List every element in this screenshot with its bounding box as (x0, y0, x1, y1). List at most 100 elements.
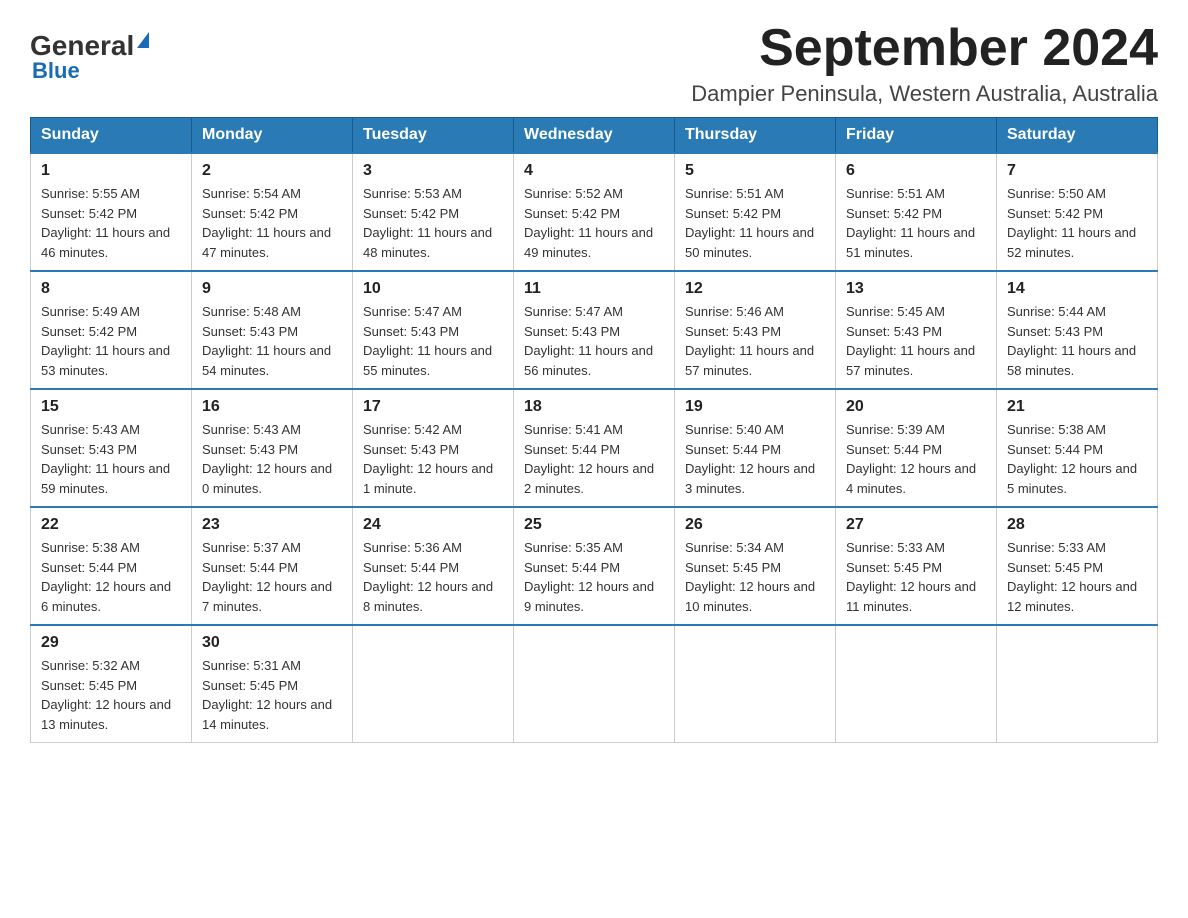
calendar-cell: 13 Sunrise: 5:45 AMSunset: 5:43 PMDayligh… (836, 271, 997, 389)
day-number: 14 (1007, 280, 1147, 298)
calendar-cell (836, 625, 997, 743)
day-info: Sunrise: 5:42 AMSunset: 5:43 PMDaylight:… (363, 422, 493, 496)
calendar-cell (675, 625, 836, 743)
logo: General Blue (30, 20, 149, 84)
calendar-cell: 15 Sunrise: 5:43 AMSunset: 5:43 PMDayligh… (31, 389, 192, 507)
day-number: 3 (363, 162, 503, 180)
week-row-5: 29 Sunrise: 5:32 AMSunset: 5:45 PMDayligh… (31, 625, 1158, 743)
header: General Blue September 2024 Dampier Peni… (30, 20, 1158, 107)
day-number: 27 (846, 516, 986, 534)
calendar-cell: 19 Sunrise: 5:40 AMSunset: 5:44 PMDayligh… (675, 389, 836, 507)
calendar-cell: 4 Sunrise: 5:52 AMSunset: 5:42 PMDaylight… (514, 153, 675, 271)
day-number: 18 (524, 398, 664, 416)
calendar-cell: 1 Sunrise: 5:55 AMSunset: 5:42 PMDaylight… (31, 153, 192, 271)
day-number: 25 (524, 516, 664, 534)
week-row-1: 1 Sunrise: 5:55 AMSunset: 5:42 PMDaylight… (31, 153, 1158, 271)
day-info: Sunrise: 5:33 AMSunset: 5:45 PMDaylight:… (846, 540, 976, 614)
day-info: Sunrise: 5:51 AMSunset: 5:42 PMDaylight:… (846, 186, 975, 260)
week-row-4: 22 Sunrise: 5:38 AMSunset: 5:44 PMDayligh… (31, 507, 1158, 625)
day-info: Sunrise: 5:48 AMSunset: 5:43 PMDaylight:… (202, 304, 331, 378)
day-number: 19 (685, 398, 825, 416)
location-title: Dampier Peninsula, Western Australia, Au… (691, 81, 1158, 107)
calendar-table: SundayMondayTuesdayWednesdayThursdayFrid… (30, 117, 1158, 743)
day-info: Sunrise: 5:44 AMSunset: 5:43 PMDaylight:… (1007, 304, 1136, 378)
calendar-cell: 2 Sunrise: 5:54 AMSunset: 5:42 PMDaylight… (192, 153, 353, 271)
weekday-header-row: SundayMondayTuesdayWednesdayThursdayFrid… (31, 118, 1158, 154)
day-number: 4 (524, 162, 664, 180)
day-info: Sunrise: 5:51 AMSunset: 5:42 PMDaylight:… (685, 186, 814, 260)
month-title: September 2024 (691, 20, 1158, 77)
day-number: 17 (363, 398, 503, 416)
day-info: Sunrise: 5:33 AMSunset: 5:45 PMDaylight:… (1007, 540, 1137, 614)
calendar-cell: 25Sunrise: 5:35 AMSunset: 5:44 PMDayligh… (514, 507, 675, 625)
day-info: Sunrise: 5:47 AMSunset: 5:43 PMDaylight:… (363, 304, 492, 378)
day-info: Sunrise: 5:45 AMSunset: 5:43 PMDaylight:… (846, 304, 975, 378)
weekday-header-tuesday: Tuesday (353, 118, 514, 154)
day-number: 23 (202, 516, 342, 534)
day-info: Sunrise: 5:52 AMSunset: 5:42 PMDaylight:… (524, 186, 653, 260)
calendar-cell: 28 Sunrise: 5:33 AMSunset: 5:45 PMDayligh… (997, 507, 1158, 625)
calendar-cell: 12Sunrise: 5:46 AMSunset: 5:43 PMDayligh… (675, 271, 836, 389)
week-row-2: 8Sunrise: 5:49 AMSunset: 5:42 PMDaylight… (31, 271, 1158, 389)
calendar-cell: 17 Sunrise: 5:42 AMSunset: 5:43 PMDayligh… (353, 389, 514, 507)
calendar-cell: 21 Sunrise: 5:38 AMSunset: 5:44 PMDayligh… (997, 389, 1158, 507)
day-number: 9 (202, 280, 342, 298)
calendar-cell (997, 625, 1158, 743)
day-info: Sunrise: 5:43 AMSunset: 5:43 PMDaylight:… (41, 422, 170, 496)
day-number: 29 (41, 634, 181, 652)
day-number: 2 (202, 162, 342, 180)
day-number: 16 (202, 398, 342, 416)
calendar-cell: 24 Sunrise: 5:36 AMSunset: 5:44 PMDayligh… (353, 507, 514, 625)
day-info: Sunrise: 5:55 AMSunset: 5:42 PMDaylight:… (41, 186, 170, 260)
logo-arrow-icon (137, 32, 149, 48)
day-number: 5 (685, 162, 825, 180)
day-info: Sunrise: 5:47 AMSunset: 5:43 PMDaylight:… (524, 304, 653, 378)
day-info: Sunrise: 5:40 AMSunset: 5:44 PMDaylight:… (685, 422, 815, 496)
day-number: 15 (41, 398, 181, 416)
calendar-cell (353, 625, 514, 743)
weekday-header-thursday: Thursday (675, 118, 836, 154)
calendar-cell: 3Sunrise: 5:53 AMSunset: 5:42 PMDaylight… (353, 153, 514, 271)
day-info: Sunrise: 5:49 AMSunset: 5:42 PMDaylight:… (41, 304, 170, 378)
weekday-header-wednesday: Wednesday (514, 118, 675, 154)
day-info: Sunrise: 5:38 AMSunset: 5:44 PMDaylight:… (41, 540, 171, 614)
day-info: Sunrise: 5:38 AMSunset: 5:44 PMDaylight:… (1007, 422, 1137, 496)
day-info: Sunrise: 5:32 AMSunset: 5:45 PMDaylight:… (41, 658, 171, 732)
day-number: 13 (846, 280, 986, 298)
day-number: 22 (41, 516, 181, 534)
day-number: 10 (363, 280, 503, 298)
day-number: 12 (685, 280, 825, 298)
weekday-header-saturday: Saturday (997, 118, 1158, 154)
day-number: 1 (41, 162, 181, 180)
day-info: Sunrise: 5:36 AMSunset: 5:44 PMDaylight:… (363, 540, 493, 614)
day-info: Sunrise: 5:43 AMSunset: 5:43 PMDaylight:… (202, 422, 332, 496)
title-area: September 2024 Dampier Peninsula, Wester… (691, 20, 1158, 107)
calendar-cell: 22 Sunrise: 5:38 AMSunset: 5:44 PMDayligh… (31, 507, 192, 625)
calendar-cell: 11 Sunrise: 5:47 AMSunset: 5:43 PMDayligh… (514, 271, 675, 389)
calendar-cell: 16 Sunrise: 5:43 AMSunset: 5:43 PMDayligh… (192, 389, 353, 507)
calendar-cell: 6Sunrise: 5:51 AMSunset: 5:42 PMDaylight… (836, 153, 997, 271)
day-number: 21 (1007, 398, 1147, 416)
calendar-cell: 5 Sunrise: 5:51 AMSunset: 5:42 PMDaylight… (675, 153, 836, 271)
calendar-cell: 14 Sunrise: 5:44 AMSunset: 5:43 PMDayligh… (997, 271, 1158, 389)
day-number: 24 (363, 516, 503, 534)
calendar-cell: 7Sunrise: 5:50 AMSunset: 5:42 PMDaylight… (997, 153, 1158, 271)
week-row-3: 15 Sunrise: 5:43 AMSunset: 5:43 PMDayligh… (31, 389, 1158, 507)
day-info: Sunrise: 5:37 AMSunset: 5:44 PMDaylight:… (202, 540, 332, 614)
day-number: 7 (1007, 162, 1147, 180)
day-info: Sunrise: 5:41 AMSunset: 5:44 PMDaylight:… (524, 422, 654, 496)
calendar-cell: 23 Sunrise: 5:37 AMSunset: 5:44 PMDayligh… (192, 507, 353, 625)
logo-blue: Blue (32, 58, 80, 84)
day-info: Sunrise: 5:31 AMSunset: 5:45 PMDaylight:… (202, 658, 332, 732)
day-number: 20 (846, 398, 986, 416)
day-number: 26 (685, 516, 825, 534)
day-info: Sunrise: 5:34 AMSunset: 5:45 PMDaylight:… (685, 540, 815, 614)
calendar-cell: 30Sunrise: 5:31 AMSunset: 5:45 PMDayligh… (192, 625, 353, 743)
calendar-cell: 9 Sunrise: 5:48 AMSunset: 5:43 PMDaylight… (192, 271, 353, 389)
day-number: 11 (524, 280, 664, 298)
calendar-cell: 18 Sunrise: 5:41 AMSunset: 5:44 PMDayligh… (514, 389, 675, 507)
calendar-cell: 29 Sunrise: 5:32 AMSunset: 5:45 PMDayligh… (31, 625, 192, 743)
day-number: 28 (1007, 516, 1147, 534)
weekday-header-friday: Friday (836, 118, 997, 154)
day-info: Sunrise: 5:54 AMSunset: 5:42 PMDaylight:… (202, 186, 331, 260)
